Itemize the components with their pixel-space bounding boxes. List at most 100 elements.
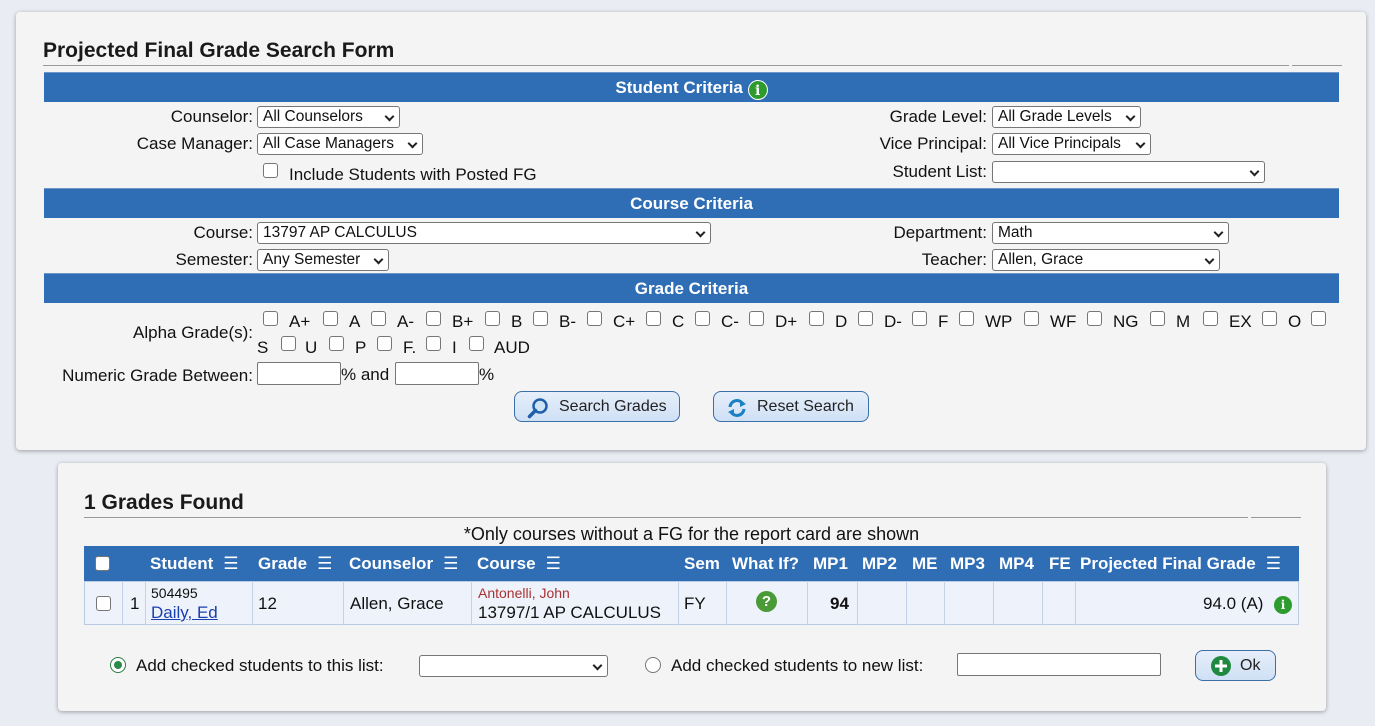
grade-checkbox[interactable] <box>1150 311 1165 326</box>
chevron-down-icon <box>407 138 418 149</box>
and-label: % and <box>341 365 390 384</box>
grade-option-label: C- <box>721 312 739 331</box>
grade-option-label: B <box>511 312 523 331</box>
column-menu-icon[interactable]: ☰ <box>546 546 561 581</box>
grade-checkbox[interactable] <box>323 311 338 326</box>
chevron-down-icon <box>384 111 395 122</box>
student-list-label: Student List: <box>892 162 987 181</box>
what-if-icon[interactable]: ? <box>756 591 777 612</box>
percent-label: % <box>479 365 495 384</box>
search-grades-button[interactable]: Search Grades <box>514 391 680 422</box>
grade-option-label: D <box>835 312 848 331</box>
col-me: ME <box>912 554 938 573</box>
course-label: Course: <box>193 223 253 242</box>
col-mp2: MP2 <box>862 554 897 573</box>
grade-checkbox[interactable] <box>469 336 484 351</box>
chevron-down-icon <box>373 254 384 265</box>
add-existing-list-radio[interactable] <box>110 657 126 673</box>
grade-option-label: A- <box>397 312 414 331</box>
student-list-select[interactable] <box>992 161 1265 183</box>
grade-checkbox[interactable] <box>485 311 500 326</box>
col-projected-final-grade[interactable]: Projected Final Grade ☰ <box>1080 546 1281 581</box>
grade-level-label: Grade Level: <box>889 107 987 126</box>
existing-list-select[interactable] <box>419 655 608 677</box>
col-counselor[interactable]: Counselor ☰ <box>349 546 458 581</box>
projected-final-grade-value: 94.0 (A) <box>1203 594 1264 613</box>
counselor-select[interactable]: All Counselors <box>257 106 400 128</box>
grade-checkbox[interactable] <box>912 311 927 326</box>
grade-checkbox[interactable] <box>371 311 386 326</box>
col-mp4: MP4 <box>999 554 1034 573</box>
grade-checkbox[interactable] <box>426 336 441 351</box>
col-mp1: MP1 <box>813 554 848 573</box>
case-manager-select[interactable]: All Case Managers <box>257 133 423 155</box>
semester-select[interactable]: Any Semester <box>257 249 389 271</box>
course-criteria-title: Course Criteria <box>630 194 753 213</box>
grade-checkbox[interactable] <box>377 336 392 351</box>
vice-principal-select[interactable]: All Vice Principals <box>992 133 1151 155</box>
grade-checkbox[interactable] <box>1087 311 1102 326</box>
column-menu-icon[interactable]: ☰ <box>317 546 332 581</box>
grade-checkbox[interactable] <box>426 311 441 326</box>
col-course[interactable]: Course ☰ <box>477 546 561 581</box>
course-select[interactable]: 13797 AP CALCULUS <box>257 222 711 244</box>
grade-option-label: D- <box>884 312 902 331</box>
grade-option-label: B+ <box>452 312 474 331</box>
student-counselor: Allen, Grace <box>350 594 444 613</box>
column-menu-icon[interactable]: ☰ <box>443 546 458 581</box>
alpha-grade-label: Alpha Grade(s): <box>133 323 253 342</box>
reset-search-button[interactable]: Reset Search <box>713 391 869 422</box>
grade-checkbox[interactable] <box>858 311 873 326</box>
semester-label: Semester: <box>175 250 253 269</box>
department-select[interactable]: Math <box>992 222 1229 244</box>
grade-checkbox[interactable] <box>263 311 278 326</box>
grade-level-select[interactable]: All Grade Levels <box>992 106 1141 128</box>
refresh-icon <box>728 399 746 417</box>
grade-checkbox[interactable] <box>646 311 661 326</box>
grade-option-label: A <box>349 312 361 331</box>
grade-checkbox[interactable] <box>695 311 710 326</box>
grade-checkbox[interactable] <box>1262 311 1277 326</box>
select-all-checkbox[interactable] <box>95 556 110 571</box>
include-posted-checkbox[interactable] <box>263 163 278 178</box>
add-new-list-radio[interactable] <box>645 657 661 673</box>
grade-checkbox[interactable] <box>329 336 344 351</box>
grade-criteria-header: Grade Criteria <box>44 273 1339 303</box>
search-form-title: Projected Final Grade Search Form <box>43 39 395 62</box>
results-note: *Only courses without a FG for the repor… <box>463 524 920 544</box>
teacher-select[interactable]: Allen, Grace <box>992 249 1220 271</box>
row-checkbox[interactable] <box>96 596 111 611</box>
grade-checkbox[interactable] <box>809 311 824 326</box>
col-student[interactable]: Student ☰ <box>150 546 239 581</box>
chevron-down-icon <box>1135 138 1146 149</box>
info-icon[interactable]: i <box>747 80 768 100</box>
grade-option-label: D+ <box>775 312 798 331</box>
student-criteria-title: Student Criteria <box>615 78 743 97</box>
info-icon[interactable]: i <box>1274 592 1292 614</box>
grade-checkbox[interactable] <box>749 311 764 326</box>
grade-checkbox[interactable] <box>1024 311 1039 326</box>
grade-option-label: C+ <box>613 312 636 331</box>
grade-checkbox[interactable] <box>533 311 548 326</box>
grade-checkbox[interactable] <box>959 311 974 326</box>
grade-criteria-title: Grade Criteria <box>634 279 749 298</box>
grade-checkbox[interactable] <box>1203 311 1218 326</box>
column-menu-icon[interactable]: ☰ <box>223 546 238 581</box>
add-existing-list-label: Add checked students to this list: <box>136 656 384 675</box>
new-list-input[interactable] <box>957 653 1161 676</box>
course-teacher: Antonelli, John <box>478 585 570 601</box>
grade-option-label: WP <box>985 312 1013 331</box>
title-rule-end <box>1292 65 1342 66</box>
student-grade: 12 <box>258 594 277 613</box>
col-grade[interactable]: Grade ☰ <box>258 546 332 581</box>
include-posted-label: Include Students with Posted FG <box>289 165 537 184</box>
col-what-if: What If? <box>732 554 800 573</box>
column-menu-icon[interactable]: ☰ <box>1266 546 1281 581</box>
grade-checkbox[interactable] <box>281 336 296 351</box>
grade-checkbox[interactable] <box>1311 311 1326 326</box>
numeric-min-input[interactable] <box>257 362 341 385</box>
ok-button[interactable]: Ok <box>1195 650 1276 681</box>
student-name-link[interactable]: Daily, Ed <box>151 603 218 623</box>
grade-checkbox[interactable] <box>587 311 602 326</box>
numeric-max-input[interactable] <box>395 362 479 385</box>
